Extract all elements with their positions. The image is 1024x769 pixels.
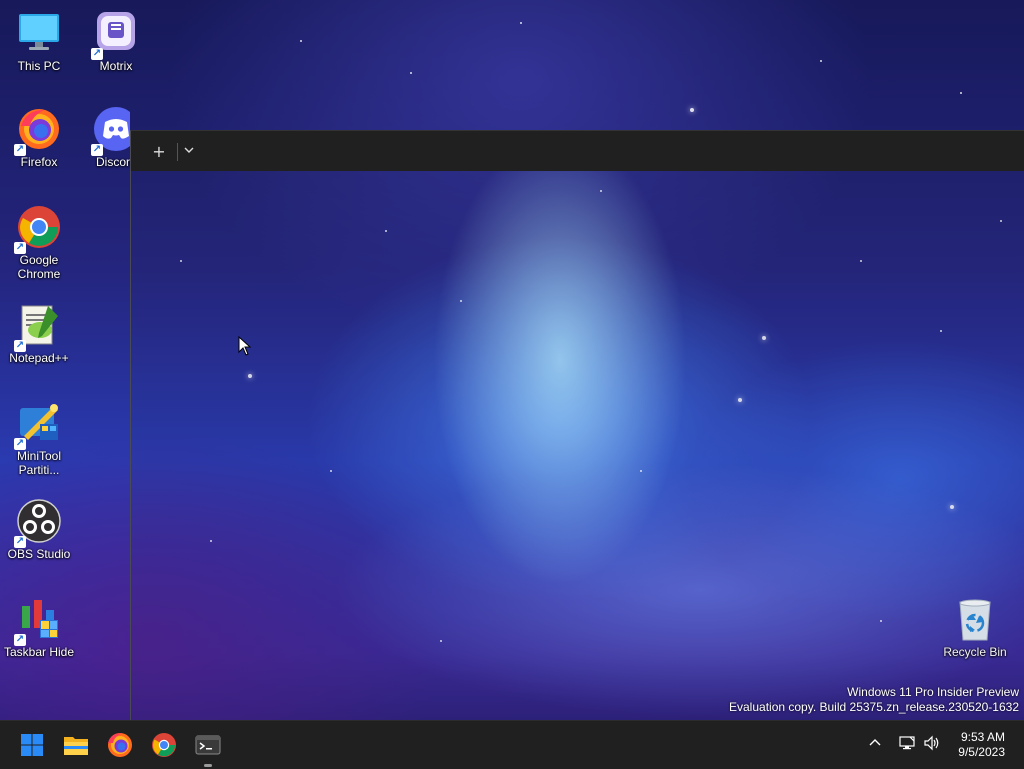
- watermark-line-2: Evaluation copy. Build 25375.zn_release.…: [729, 700, 1019, 714]
- desktop-icon-notepadpp[interactable]: ↗ Notepad++: [1, 302, 77, 365]
- desktop-icon-label: Discord: [96, 155, 130, 169]
- chevron-up-icon: [869, 739, 881, 746]
- desktop-icon-label: Taskbar Hide: [3, 645, 75, 659]
- taskbar-file-explorer[interactable]: [60, 729, 92, 761]
- terminal-titlebar[interactable]: +: [131, 131, 1024, 171]
- motrix-icon: ↗: [91, 10, 139, 60]
- desktop-icon-label: Firefox: [20, 155, 58, 169]
- taskbar: 9:53 AM 9/5/2023: [0, 720, 1024, 769]
- taskbar-hide-icon: ↗: [14, 596, 62, 646]
- terminal-icon: [195, 735, 221, 755]
- file-explorer-icon: [64, 737, 88, 755]
- star: [410, 72, 412, 74]
- desktop-icon-taskbar-hide[interactable]: ↗ Taskbar Hide: [1, 596, 77, 659]
- obs-icon: ↗: [14, 498, 62, 548]
- desktop-icon-discord[interactable]: ↗ Discord: [78, 106, 130, 169]
- start-icon: [21, 734, 43, 756]
- shortcut-arrow-icon: ↗: [14, 536, 26, 548]
- terminal-window[interactable]: +: [130, 130, 1024, 721]
- desktop-icon-label: Notepad++: [9, 351, 69, 365]
- shortcut-arrow-icon: ↗: [91, 144, 103, 156]
- chevron-down-icon: [184, 147, 194, 153]
- desktop-icon-motrix[interactable]: ↗ Motrix: [78, 10, 154, 73]
- firefox-icon: ↗: [14, 106, 62, 156]
- show-hidden-icons-button[interactable]: [867, 735, 883, 755]
- clock-date: 9/5/2023: [958, 745, 1005, 759]
- start-button[interactable]: [16, 729, 48, 761]
- shortcut-arrow-icon: ↗: [14, 438, 26, 450]
- tab-dropdown-button[interactable]: [177, 139, 201, 161]
- star: [960, 92, 962, 94]
- taskbar-terminal[interactable]: [192, 729, 224, 767]
- star: [300, 40, 302, 42]
- windows-watermark: Windows 11 Pro Insider Preview Evaluatio…: [729, 685, 1019, 715]
- chrome-icon: ↗: [14, 204, 62, 254]
- monitor-icon: [16, 10, 62, 56]
- active-indicator: [204, 764, 212, 767]
- taskbar-chrome[interactable]: [148, 729, 180, 761]
- new-tab-button[interactable]: +: [147, 141, 171, 163]
- desktop-icon-label: MiniTool Partiti...: [16, 449, 61, 477]
- shortcut-arrow-icon: ↗: [91, 48, 103, 60]
- desktop-icon-minitool[interactable]: ↗ MiniTool Partiti...: [1, 400, 77, 477]
- desktop-icon-this-pc[interactable]: This PC: [1, 10, 77, 73]
- desktop-icon-obs[interactable]: ↗ OBS Studio: [1, 498, 77, 561]
- star: [820, 60, 822, 62]
- mouse-cursor-icon: [238, 335, 252, 361]
- volume-button[interactable]: [923, 735, 941, 755]
- discord-icon: ↗: [91, 106, 130, 156]
- chrome-icon: [152, 733, 176, 757]
- taskbar-clock[interactable]: 9:53 AM 9/5/2023: [958, 730, 1005, 760]
- minitool-icon: ↗: [14, 400, 62, 450]
- shortcut-arrow-icon: ↗: [14, 634, 26, 646]
- shortcut-arrow-icon: ↗: [14, 144, 26, 156]
- network-button[interactable]: [898, 735, 916, 755]
- volume-icon: [924, 735, 939, 751]
- desktop-icon-label: OBS Studio: [7, 547, 71, 561]
- taskbar-firefox[interactable]: [104, 729, 136, 761]
- desktop-icon-label: Motrix: [99, 59, 133, 73]
- shortcut-arrow-icon: ↗: [14, 340, 26, 352]
- clock-time: 9:53 AM: [960, 730, 1005, 744]
- watermark-line-1: Windows 11 Pro Insider Preview: [847, 685, 1019, 699]
- desktop-icon-label: This PC: [17, 59, 61, 73]
- notepadpp-icon: ↗: [14, 302, 62, 352]
- star: [690, 108, 694, 112]
- desktop-icon-chrome[interactable]: ↗ Google Chrome: [1, 204, 77, 281]
- shortcut-arrow-icon: ↗: [14, 242, 26, 254]
- desktop-icon-firefox[interactable]: ↗ Firefox: [1, 106, 77, 169]
- network-icon: [899, 736, 915, 750]
- firefox-icon: [108, 733, 132, 757]
- desktop-icon-label: Google Chrome: [17, 253, 61, 281]
- star: [520, 22, 522, 24]
